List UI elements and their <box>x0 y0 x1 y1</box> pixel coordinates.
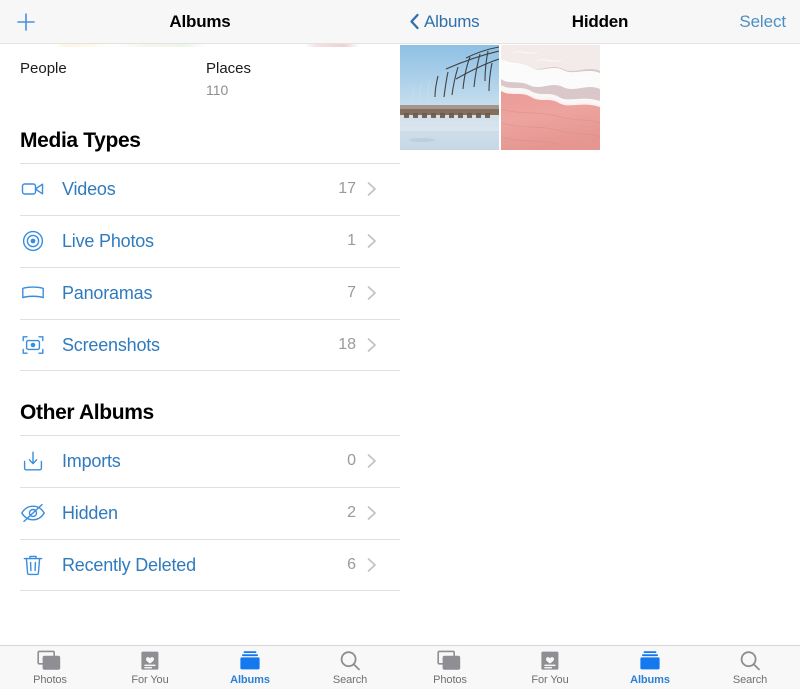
left-tab-bar: Photos For You Albums Search <box>0 645 400 689</box>
tab-label: Search <box>732 674 768 686</box>
tab-search[interactable]: Search <box>700 646 800 689</box>
photo-grid <box>400 44 800 150</box>
tab-for-you[interactable]: For You <box>100 646 200 689</box>
albums-icon <box>237 649 263 673</box>
section-header-media-types: Media Types <box>20 129 141 152</box>
photo-thumbnail-winter-lake[interactable] <box>400 45 499 150</box>
list-item-count: 0 <box>347 452 356 469</box>
chevron-right-icon <box>365 452 378 470</box>
page-title: Albums <box>169 11 231 31</box>
chevron-right-icon <box>365 232 378 250</box>
media-types-list: Videos 17 Live Photos 1 Panoramas 7 Scre… <box>0 163 400 371</box>
import-icon <box>20 448 46 474</box>
other-albums-list: Imports 0 Hidden 2 Recently Deleted 6 <box>0 435 400 591</box>
hidden-album-screen: Albums Hidden Select Photos For You Albu… <box>400 0 800 689</box>
live-photo-icon <box>20 228 46 254</box>
search-icon <box>337 649 363 673</box>
albums-scroll-content: People Places 110 Media Types Videos 17 <box>0 44 400 645</box>
chevron-right-icon <box>365 556 378 574</box>
chevron-right-icon <box>365 284 378 302</box>
list-item-label: Videos <box>62 178 116 199</box>
list-item-label: Hidden <box>62 502 118 523</box>
section-header-other-albums: Other Albums <box>20 401 154 424</box>
list-item-label: Recently Deleted <box>62 554 196 575</box>
panorama-icon <box>20 280 46 306</box>
smart-album-places[interactable]: Places 110 <box>186 59 372 107</box>
list-item-recently-deleted[interactable]: Recently Deleted 6 <box>0 539 400 591</box>
tab-search[interactable]: Search <box>300 646 400 689</box>
tab-label: Photos <box>33 674 67 686</box>
chevron-right-icon <box>365 180 378 198</box>
right-tab-bar: Photos For You Albums Search <box>400 645 800 689</box>
photos-icon <box>437 649 463 673</box>
tab-label: For You <box>531 674 569 686</box>
for-you-icon <box>137 649 163 673</box>
tab-photos[interactable]: Photos <box>400 646 500 689</box>
list-item-label: Imports <box>62 450 121 471</box>
albums-icon <box>637 649 663 673</box>
people-label: People <box>20 60 67 77</box>
list-item-count: 17 <box>338 180 356 197</box>
places-count: 110 <box>206 82 229 98</box>
list-item-label: Screenshots <box>62 334 160 355</box>
list-item-count: 1 <box>347 232 356 249</box>
tab-albums[interactable]: Albums <box>200 646 300 689</box>
search-icon <box>737 649 763 673</box>
chevron-right-icon <box>365 336 378 354</box>
list-item-imports[interactable]: Imports 0 <box>0 435 400 487</box>
list-item-count: 6 <box>347 556 356 573</box>
tab-label: Photos <box>433 674 467 686</box>
tab-label: Albums <box>630 674 670 686</box>
trash-icon <box>20 552 46 578</box>
tab-albums[interactable]: Albums <box>600 646 700 689</box>
list-item-videos[interactable]: Videos 17 <box>0 163 400 215</box>
places-label: Places <box>206 60 252 77</box>
video-camera-icon <box>20 176 46 202</box>
list-item-panoramas[interactable]: Panoramas 7 <box>0 267 400 319</box>
list-item-label: Live Photos <box>62 230 154 251</box>
tab-label: For You <box>131 674 169 686</box>
tab-label: Search <box>332 674 368 686</box>
for-you-icon <box>537 649 563 673</box>
smart-album-people[interactable]: People <box>0 59 186 107</box>
right-navbar: Albums Hidden Select <box>400 0 800 44</box>
tab-label: Albums <box>230 674 270 686</box>
photo-thumbnail-pink-beach[interactable] <box>501 45 600 150</box>
hidden-photo-grid-area <box>400 44 800 645</box>
left-navbar: Albums <box>0 0 400 44</box>
list-item-count: 18 <box>338 336 356 353</box>
scrolled-photo-row-remnant <box>0 44 400 47</box>
list-item-count: 7 <box>347 284 356 301</box>
select-button[interactable]: Select <box>739 12 786 32</box>
tab-for-you[interactable]: For You <box>500 646 600 689</box>
list-item-screenshots[interactable]: Screenshots 18 <box>0 319 400 371</box>
albums-screen: Albums People Places 110 Media Types Vid… <box>0 0 400 689</box>
list-item-label: Panoramas <box>62 282 153 303</box>
list-item-live-photos[interactable]: Live Photos 1 <box>0 215 400 267</box>
tab-photos[interactable]: Photos <box>0 646 100 689</box>
list-item-count: 2 <box>347 504 356 521</box>
chevron-right-icon <box>365 504 378 522</box>
list-item-hidden[interactable]: Hidden 2 <box>0 487 400 539</box>
hidden-eye-icon <box>20 500 46 526</box>
screenshot-icon <box>20 332 46 358</box>
photos-icon <box>37 649 63 673</box>
smart-albums-row: People Places 110 <box>0 47 400 107</box>
